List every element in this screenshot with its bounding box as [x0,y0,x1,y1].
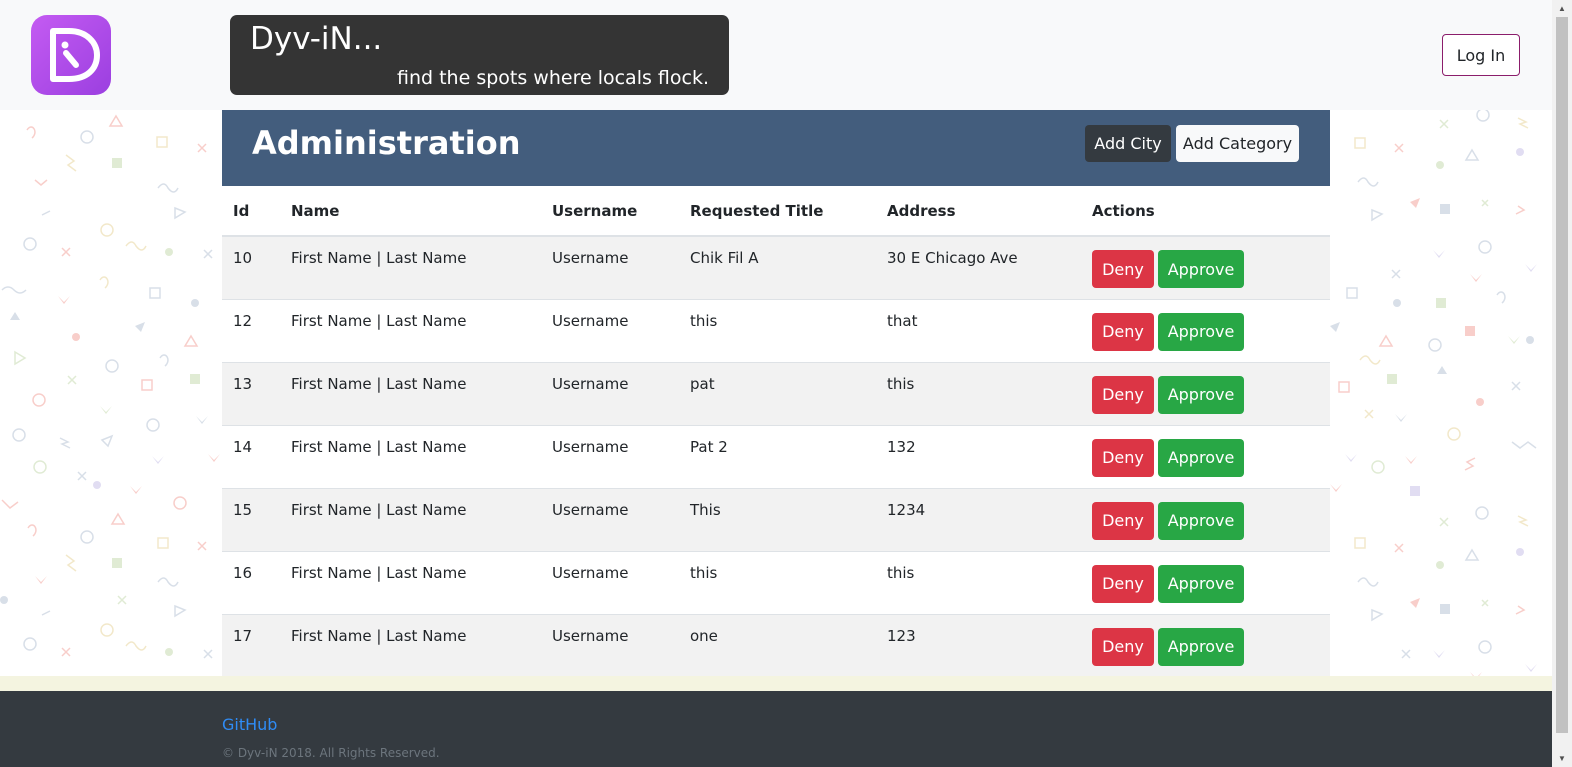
cell-actions: Deny Approve [1081,424,1330,488]
scrollbar-thumb[interactable] [1556,17,1568,733]
cell-requested-title: This [679,487,876,551]
approve-button[interactable]: Approve [1158,501,1244,540]
column-header-id: Id [222,186,280,237]
logo-icon [50,28,100,82]
cell-username: Username [541,487,679,551]
column-header-actions: Actions [1081,186,1330,237]
cell-username: Username [541,613,679,677]
cell-address: 132 [876,424,1081,488]
page-title: Administration [252,124,521,162]
approve-button[interactable]: Approve [1158,375,1244,414]
table-header-row: Id Name Username Requested Title Address… [222,186,1330,237]
footer-divider [0,676,1552,691]
column-header-username: Username [541,186,679,237]
cell-username: Username [541,361,679,425]
cell-requested-title: one [679,613,876,677]
login-button[interactable]: Log In [1442,34,1520,76]
row-actions: Deny Approve [1092,627,1319,666]
footer: GitHub © Dyv-iN 2018. All Rights Reserve… [0,691,1552,767]
brand-logo[interactable] [31,15,111,95]
cell-actions: Deny Approve [1081,613,1330,677]
table-row: 15 First Name | Last Name Username This 1234… [222,487,1330,551]
table-row: 17 First Name | Last Name Username one 123 De… [222,613,1330,677]
deny-button[interactable]: Deny [1092,250,1154,288]
cell-id: 14 [222,424,280,488]
cell-id: 17 [222,613,280,677]
deny-button[interactable]: Deny [1092,501,1154,540]
cell-id: 10 [222,235,280,299]
approve-button[interactable]: Approve [1158,312,1244,351]
requests-table: Id Name Username Requested Title Address… [222,186,1330,677]
table-row: 10 First Name | Last Name Username Chik Fil… [222,235,1330,299]
add-category-button[interactable]: Add Category [1176,125,1299,162]
cell-name: First Name | Last Name [280,235,541,299]
cell-username: Username [541,424,679,488]
cell-name: First Name | Last Name [280,550,541,614]
cell-address: that [876,298,1081,362]
cell-username: Username [541,550,679,614]
cell-id: 13 [222,361,280,425]
cell-actions: Deny Approve [1081,550,1330,614]
brand-banner: Dyv-iN... find the spots where locals fl… [230,15,729,95]
row-actions: Deny Approve [1092,564,1319,603]
cell-requested-title: this [679,550,876,614]
add-city-button[interactable]: Add City [1085,125,1171,162]
deny-button[interactable]: Deny [1092,375,1154,414]
cell-actions: Deny Approve [1081,487,1330,551]
deny-button[interactable]: Deny [1092,627,1154,666]
page-scrollbar[interactable]: ▲ ▼ [1552,0,1572,767]
cell-actions: Deny Approve [1081,235,1330,299]
approve-button[interactable]: Approve [1158,627,1244,666]
brand-tagline: find the spots where locals flock. [397,67,709,89]
cell-address: this [876,361,1081,425]
cell-name: First Name | Last Name [280,613,541,677]
approve-button[interactable]: Approve [1158,250,1244,288]
cell-requested-title: Chik Fil A [679,235,876,299]
cell-actions: Deny Approve [1081,361,1330,425]
cell-address: 1234 [876,487,1081,551]
cell-address: this [876,550,1081,614]
cell-name: First Name | Last Name [280,424,541,488]
table-row: 12 First Name | Last Name Username this that… [222,298,1330,362]
row-actions: Deny Approve [1092,312,1319,351]
row-actions: Deny Approve [1092,501,1319,540]
deny-button[interactable]: Deny [1092,438,1154,477]
table-row: 16 First Name | Last Name Username this this… [222,550,1330,614]
cell-requested-title: this [679,298,876,362]
github-link[interactable]: GitHub [222,715,277,734]
scroll-down-arrow-icon[interactable]: ▼ [1552,750,1572,767]
cell-actions: Deny Approve [1081,298,1330,362]
brand-title: Dyv-iN... [250,21,383,57]
table-row: 14 First Name | Last Name Username Pat 2 132… [222,424,1330,488]
approve-button[interactable]: Approve [1158,438,1244,477]
column-header-name: Name [280,186,541,237]
cell-username: Username [541,298,679,362]
cell-requested-title: Pat 2 [679,424,876,488]
cell-requested-title: pat [679,361,876,425]
cell-username: Username [541,235,679,299]
cell-name: First Name | Last Name [280,298,541,362]
row-actions: Deny Approve [1092,250,1319,288]
deny-button[interactable]: Deny [1092,312,1154,351]
cell-id: 12 [222,298,280,362]
table-body: 10 First Name | Last Name Username Chik Fil… [222,235,1330,677]
approve-button[interactable]: Approve [1158,564,1244,603]
copyright-text: © Dyv-iN 2018. All Rights Reserved. [222,746,440,760]
cell-address: 123 [876,613,1081,677]
column-header-address: Address [876,186,1081,237]
row-actions: Deny Approve [1092,375,1319,414]
cell-name: First Name | Last Name [280,487,541,551]
scroll-up-arrow-icon[interactable]: ▲ [1552,0,1572,17]
deny-button[interactable]: Deny [1092,564,1154,603]
row-actions: Deny Approve [1092,438,1319,477]
admin-panel: Administration Add City Add Category Id … [222,110,1330,677]
cell-address: 30 E Chicago Ave [876,235,1081,299]
cell-id: 16 [222,550,280,614]
cell-name: First Name | Last Name [280,361,541,425]
table-row: 13 First Name | Last Name Username pat this D… [222,361,1330,425]
admin-header: Administration Add City Add Category [222,110,1330,186]
top-navbar: Dyv-iN... find the spots where locals fl… [0,0,1552,110]
column-header-requested-title: Requested Title [679,186,876,237]
cell-id: 15 [222,487,280,551]
